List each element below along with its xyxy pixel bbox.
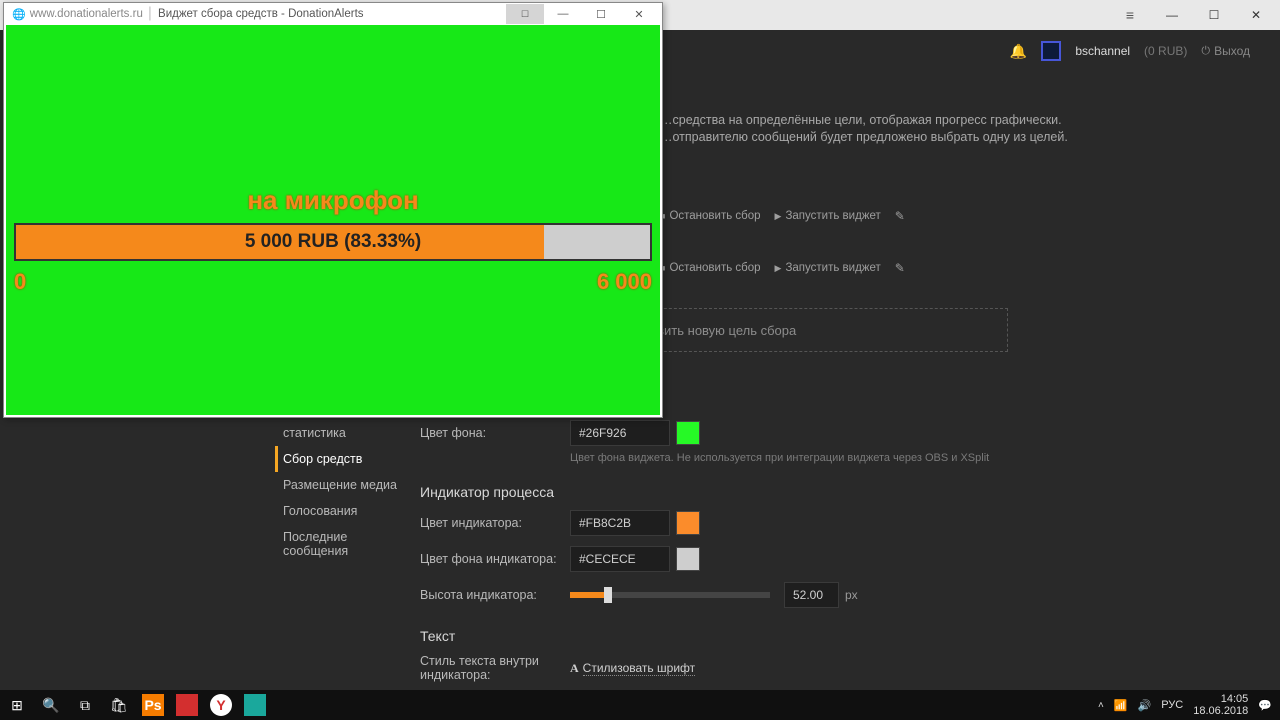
- language-indicator[interactable]: РУС: [1161, 699, 1183, 711]
- goal-title: на микрофон: [6, 185, 660, 216]
- play-icon: ▶: [775, 211, 782, 222]
- progress-min: 0: [14, 269, 26, 295]
- logout-link[interactable]: ⏻ Выход: [1201, 44, 1250, 58]
- launch-widget-button[interactable]: ▶Запустить виджет: [775, 262, 881, 274]
- stop-goal-button[interactable]: ■Остановить сбор: [660, 262, 761, 274]
- windows-taskbar: ⊞ 🔍 ⧉ 🛍 Ps Y ˄ 📶 🔊 РУС 14:05 18.06.2018 …: [0, 690, 1280, 720]
- ind-height-slider[interactable]: [570, 592, 770, 598]
- progress-range: 0 6 000: [14, 269, 652, 295]
- store-icon: 🛍: [108, 694, 130, 716]
- launch-widget-button[interactable]: ▶Запустить виджет: [775, 210, 881, 222]
- preview-close-button[interactable]: ✕: [620, 4, 658, 24]
- ind-height-label: Высота индикатора:: [420, 588, 570, 602]
- widget-settings-form: Цвет фона: Цвет фона виджета. Не использ…: [420, 420, 1020, 717]
- ind-color-label: Цвет индикатора:: [420, 516, 570, 530]
- notifications-icon[interactable]: 💬: [1258, 699, 1272, 712]
- launch-label: Запустить виджет: [785, 210, 880, 222]
- logout-label: Выход: [1214, 44, 1250, 58]
- settings-sidebar: статистика Сбор средств Размещение медиа…: [275, 420, 415, 564]
- progress-bar: 5 000 RUB (83.33%): [14, 223, 652, 261]
- ind-color-swatch[interactable]: [676, 511, 700, 535]
- balance: (0 RUB): [1144, 44, 1187, 58]
- globe-icon: 🌐: [12, 8, 26, 21]
- widget-preview-window: 🌐 www.donationalerts.ru │ Виджет сбора с…: [3, 2, 663, 418]
- taskbar-app-yandex[interactable]: Y: [204, 690, 238, 720]
- avatar[interactable]: [1041, 41, 1061, 61]
- taskbar-app-files[interactable]: [170, 690, 204, 720]
- bg-color-hint: Цвет фона виджета. Не используется при и…: [570, 452, 1020, 464]
- clock-date: 18.06.2018: [1193, 705, 1248, 717]
- ind-bg-input[interactable]: [570, 546, 670, 572]
- stop-label: Остановить сбор: [669, 262, 760, 274]
- desc-line-1: …средства на определённые цели, отобража…: [660, 112, 1068, 129]
- host-close-button[interactable]: ✕: [1236, 4, 1276, 26]
- taskbar-app-ps[interactable]: Ps: [136, 690, 170, 720]
- goal-row-2: ■Остановить сбор ▶Запустить виджет ✎: [660, 250, 905, 286]
- edit-goal-button[interactable]: ✎: [895, 261, 905, 275]
- preview-minimize-button[interactable]: —: [544, 4, 582, 24]
- menu-icon[interactable]: ≡: [1110, 4, 1150, 26]
- clock-time: 14:05: [1193, 693, 1248, 705]
- sidebar-item-media[interactable]: Размещение медиа: [275, 472, 415, 498]
- inner-text-style-link[interactable]: AСтилизовать шрифт: [570, 661, 695, 676]
- play-icon: ▶: [775, 263, 782, 274]
- wifi-icon[interactable]: 📶: [1114, 699, 1128, 712]
- search-button[interactable]: 🔍: [34, 690, 68, 720]
- preview-url: www.donationalerts.ru: [30, 8, 143, 20]
- widget-canvas: на микрофон 5 000 RUB (83.33%) 0 6 000: [6, 25, 660, 415]
- host-minimize-button[interactable]: —: [1152, 4, 1192, 26]
- px-label: px: [845, 588, 858, 602]
- red-icon: [176, 694, 198, 716]
- tray-overflow-icon[interactable]: ˄: [1098, 700, 1104, 711]
- yandex-icon: Y: [210, 694, 232, 716]
- launch-label: Запустить виджет: [785, 262, 880, 274]
- goal-row-1: ■Остановить сбор ▶Запустить виджет ✎: [660, 198, 905, 234]
- power-icon: ⏻: [1201, 45, 1210, 58]
- taskbar-app-store[interactable]: 🛍: [102, 690, 136, 720]
- sidebar-item-messages[interactable]: Последние сообщения: [275, 524, 415, 564]
- bg-color-label: Цвет фона:: [420, 426, 570, 440]
- ps-icon: Ps: [142, 694, 164, 716]
- bell-icon[interactable]: 🔔: [1010, 43, 1027, 60]
- ind-height-input[interactable]: [784, 582, 839, 608]
- stop-goal-button[interactable]: ■Остановить сбор: [660, 210, 761, 222]
- section-text: Текст: [420, 628, 1020, 644]
- sidebar-item-fundraising[interactable]: Сбор средств: [275, 446, 415, 472]
- bg-color-input[interactable]: [570, 420, 670, 446]
- preview-maximize-button[interactable]: ☐: [582, 4, 620, 24]
- preview-title: Виджет сбора средств - DonationAlerts: [158, 8, 363, 20]
- ind-bg-swatch[interactable]: [676, 547, 700, 571]
- progress-max: 6 000: [597, 269, 652, 295]
- system-tray: ˄ 📶 🔊 РУС 14:05 18.06.2018 💬: [1098, 693, 1280, 717]
- sound-icon[interactable]: 🔊: [1138, 699, 1152, 712]
- stop-label: Остановить сбор: [669, 210, 760, 222]
- preview-titlebar[interactable]: 🌐 www.donationalerts.ru │ Виджет сбора с…: [4, 3, 662, 25]
- teal-icon: [244, 694, 266, 716]
- progress-label: 5 000 RUB (83.33%): [16, 225, 650, 259]
- edit-goal-button[interactable]: ✎: [895, 209, 905, 223]
- section-indicator: Индикатор процесса: [420, 484, 1020, 500]
- start-button[interactable]: ⊞: [0, 690, 34, 720]
- bg-color-swatch[interactable]: [676, 421, 700, 445]
- inner-text-style-label: Стиль текста внутри индикатора:: [420, 654, 570, 682]
- sidebar-item-stats[interactable]: статистика: [275, 420, 415, 446]
- host-maximize-button[interactable]: ☐: [1194, 4, 1234, 26]
- ind-color-input[interactable]: [570, 510, 670, 536]
- preview-extra-button[interactable]: ☐: [506, 4, 544, 24]
- clock[interactable]: 14:05 18.06.2018: [1193, 693, 1248, 717]
- style-link-text: Стилизовать шрифт: [583, 661, 695, 676]
- taskbar-app-teal[interactable]: [238, 690, 272, 720]
- page-description: …средства на определённые цели, отобража…: [660, 112, 1068, 146]
- sidebar-item-polls[interactable]: Голосования: [275, 498, 415, 524]
- taskview-button[interactable]: ⧉: [68, 690, 102, 720]
- username: bschannel: [1075, 44, 1130, 58]
- desc-line-2: …отправителю сообщений будет предложено …: [660, 129, 1068, 146]
- ind-bg-label: Цвет фона индикатора:: [420, 552, 570, 566]
